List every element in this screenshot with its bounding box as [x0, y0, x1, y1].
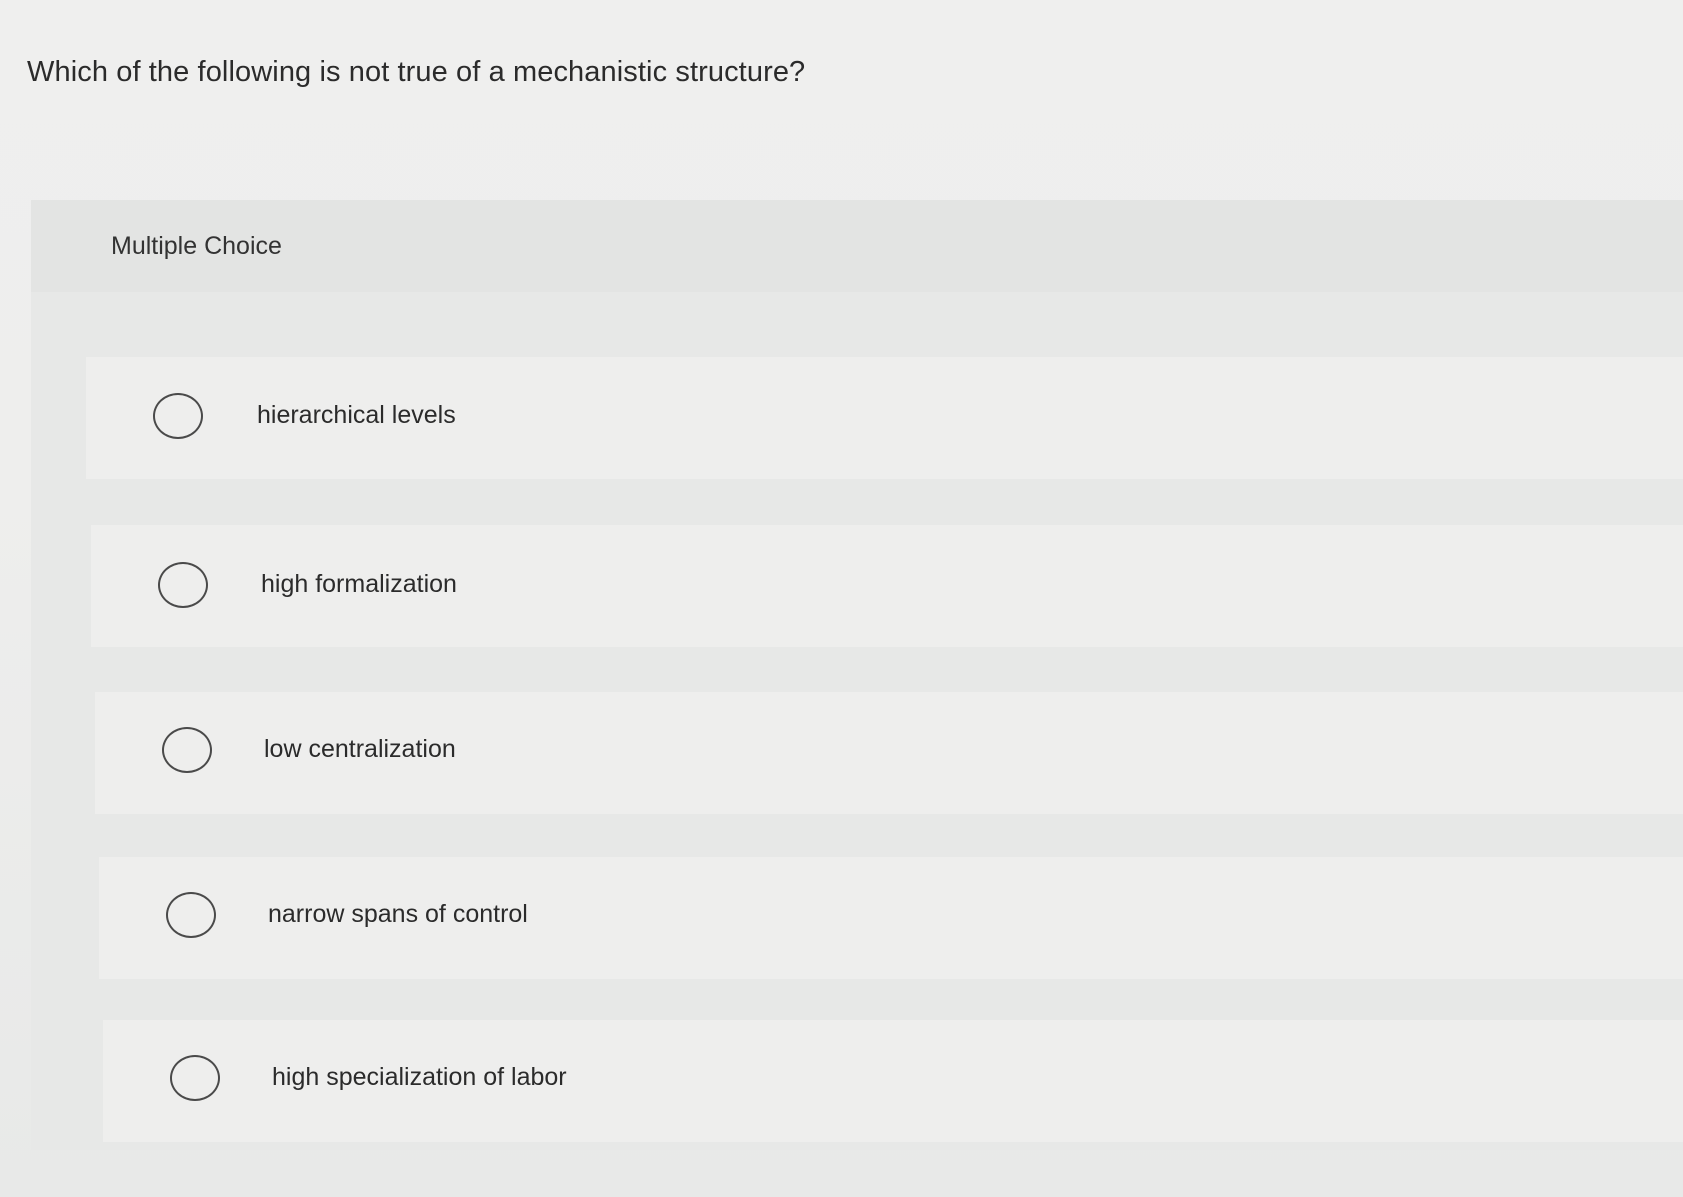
answer-option-narrow-spans-of-control[interactable]: narrow spans of control — [99, 857, 1683, 979]
option-label: high specialization of labor — [272, 1063, 567, 1091]
answer-option-low-centralization[interactable]: low centralization — [95, 692, 1683, 814]
question-text: Which of the following is not true of a … — [27, 56, 806, 88]
multiple-choice-header: Multiple Choice — [31, 200, 1683, 292]
answer-option-hierarchical-levels[interactable]: hierarchical levels — [86, 357, 1683, 479]
option-label: high formalization — [261, 570, 457, 598]
option-label: hierarchical levels — [257, 401, 456, 429]
answer-option-high-specialization-of-labor[interactable]: high specialization of labor — [103, 1020, 1683, 1142]
answer-option-high-formalization[interactable]: high formalization — [91, 525, 1683, 647]
radio-button[interactable] — [170, 1055, 220, 1101]
radio-button[interactable] — [162, 727, 212, 773]
multiple-choice-panel: Multiple Choice hierarchical levels high… — [31, 200, 1683, 1150]
radio-button[interactable] — [166, 892, 216, 938]
radio-button[interactable] — [153, 393, 203, 439]
option-label: low centralization — [264, 735, 456, 763]
quiz-page: Which of the following is not true of a … — [0, 0, 1683, 1197]
multiple-choice-label: Multiple Choice — [111, 232, 282, 260]
radio-button[interactable] — [158, 562, 208, 608]
option-label: narrow spans of control — [268, 900, 528, 928]
answer-options: hierarchical levels high formalization l… — [31, 292, 1683, 1150]
